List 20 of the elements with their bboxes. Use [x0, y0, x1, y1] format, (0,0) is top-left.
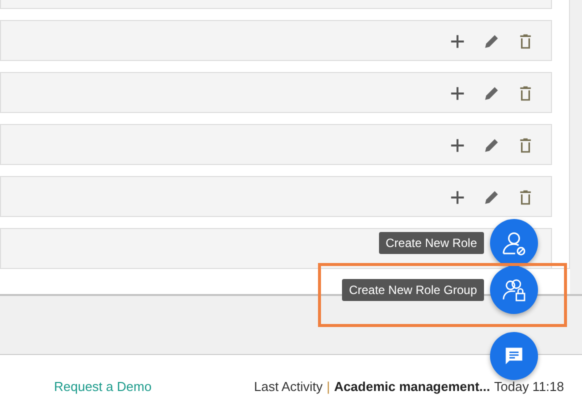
delete-icon[interactable] — [517, 137, 534, 154]
last-activity-label: Last Activity — [254, 379, 323, 394]
add-icon[interactable] — [449, 33, 466, 50]
edit-icon[interactable] — [483, 33, 500, 50]
delete-icon[interactable] — [517, 85, 534, 102]
add-icon[interactable] — [449, 189, 466, 206]
tooltip: Create New Role — [378, 232, 484, 254]
delete-icon[interactable] — [517, 33, 534, 50]
edit-icon[interactable] — [483, 85, 500, 102]
edit-icon[interactable] — [483, 137, 500, 154]
chat-icon — [503, 345, 525, 367]
separator: | — [326, 379, 330, 394]
add-icon[interactable] — [449, 85, 466, 102]
delete-icon[interactable] — [517, 189, 534, 206]
last-activity-time: Today 11:18 — [494, 379, 564, 394]
last-activity-item[interactable]: Academic management... — [334, 379, 490, 394]
add-icon[interactable] — [449, 137, 466, 154]
edit-icon[interactable] — [483, 189, 500, 206]
tooltip: Create New Role Group — [342, 279, 484, 301]
chat-button[interactable] — [490, 332, 538, 380]
